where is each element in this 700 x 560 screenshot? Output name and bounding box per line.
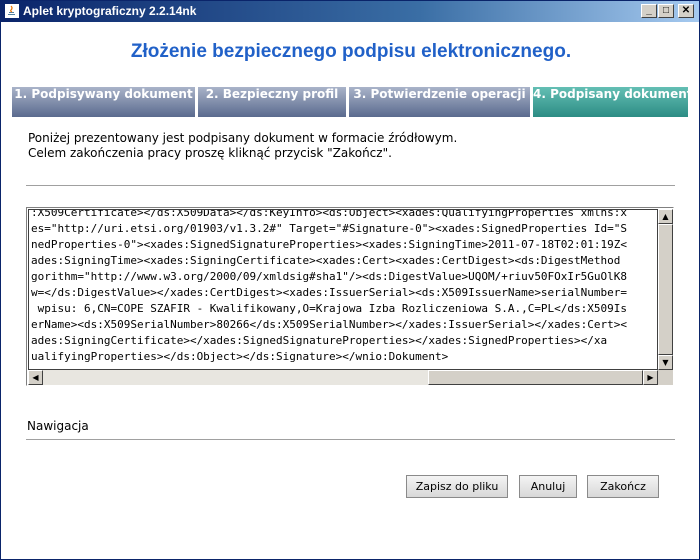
scroll-right-arrow-icon[interactable]: ▶ [643, 370, 658, 385]
vertical-scrollbar[interactable]: ▲ ▼ [658, 209, 673, 370]
page-title: Złożenie bezpiecznego podpisu elektronic… [130, 41, 572, 62]
tab-signed-document[interactable]: 4. Podpisany dokument [533, 87, 692, 117]
code-line: erName><ds:X509SerialNumber>80266</ds:X5… [31, 318, 628, 331]
minimize-button[interactable]: _ [641, 4, 657, 18]
code-line: wpisu: 6,CN=COPE SZAFIR - Kwalifikowany,… [31, 302, 628, 315]
vertical-scroll-thumb[interactable] [658, 224, 673, 355]
divider [26, 439, 675, 441]
instructions-line-1: Poniżej prezentowany jest podpisany doku… [28, 131, 458, 145]
code-line: ades:SigningTime><xades:SigningCertifica… [31, 254, 621, 267]
signed-xml-viewer: :X509Certificate></ds:X509Data></ds:KeyI… [26, 207, 674, 386]
horizontal-scroll-thumb[interactable] [428, 370, 643, 385]
tab-operation-confirmation[interactable]: 3. Potwierdzenie operacji [349, 87, 530, 117]
scroll-down-arrow-icon[interactable]: ▼ [658, 355, 673, 370]
save-to-file-button[interactable]: Zapisz do pliku [406, 475, 508, 498]
divider [26, 185, 675, 187]
scroll-up-arrow-icon[interactable]: ▲ [658, 209, 673, 224]
code-line: :X509Certificate></ds:X509Data></ds:KeyI… [31, 209, 628, 219]
code-line: nedProperties-0"><xades:SignedSignatureP… [31, 238, 628, 251]
finish-button[interactable]: Zakończ [587, 475, 659, 498]
code-line: w=</ds:DigestValue></xades:CertDigest><x… [31, 286, 628, 299]
instructions: Poniżej prezentowany jest podpisany doku… [28, 131, 457, 161]
instructions-line-2: Celem zakończenia pracy proszę kliknąć p… [28, 146, 392, 160]
scroll-left-arrow-icon[interactable]: ◀ [28, 370, 43, 385]
code-line: ualifyingProperties></ds:Object></ds:Sig… [31, 350, 449, 363]
window-title: Aplet kryptograficzny 2.2.14nk [23, 4, 197, 18]
cancel-button[interactable]: Anuluj [519, 475, 577, 498]
tab-signed-document-source[interactable]: 1. Podpisywany dokument [12, 87, 195, 117]
tab-secure-profile[interactable]: 2. Bezpieczny profil [198, 87, 346, 117]
horizontal-scrollbar[interactable]: ◀ ▶ [28, 370, 658, 385]
code-line: ades:SigningCertificate></xades:SignedSi… [31, 334, 608, 347]
code-line: es="http://uri.etsi.org/01903/v1.3.2#" T… [31, 222, 628, 235]
maximize-button[interactable]: □ [658, 4, 674, 18]
title-bar[interactable]: Aplet kryptograficzny 2.2.14nk _ □ ✕ [1, 1, 699, 22]
wizard-steps: 1. Podpisywany dokument 2. Bezpieczny pr… [12, 87, 692, 117]
xml-text-area[interactable]: :X509Certificate></ds:X509Data></ds:KeyI… [28, 209, 658, 370]
code-line: gorithm="http://www.w3.org/2000/09/xmlds… [31, 270, 628, 283]
java-icon [5, 4, 19, 18]
applet-window: Aplet kryptograficzny 2.2.14nk _ □ ✕ Zło… [0, 0, 700, 560]
close-button[interactable]: ✕ [678, 4, 694, 18]
scrollbar-corner [658, 370, 673, 385]
navigation-label: Nawigacja [27, 419, 89, 433]
